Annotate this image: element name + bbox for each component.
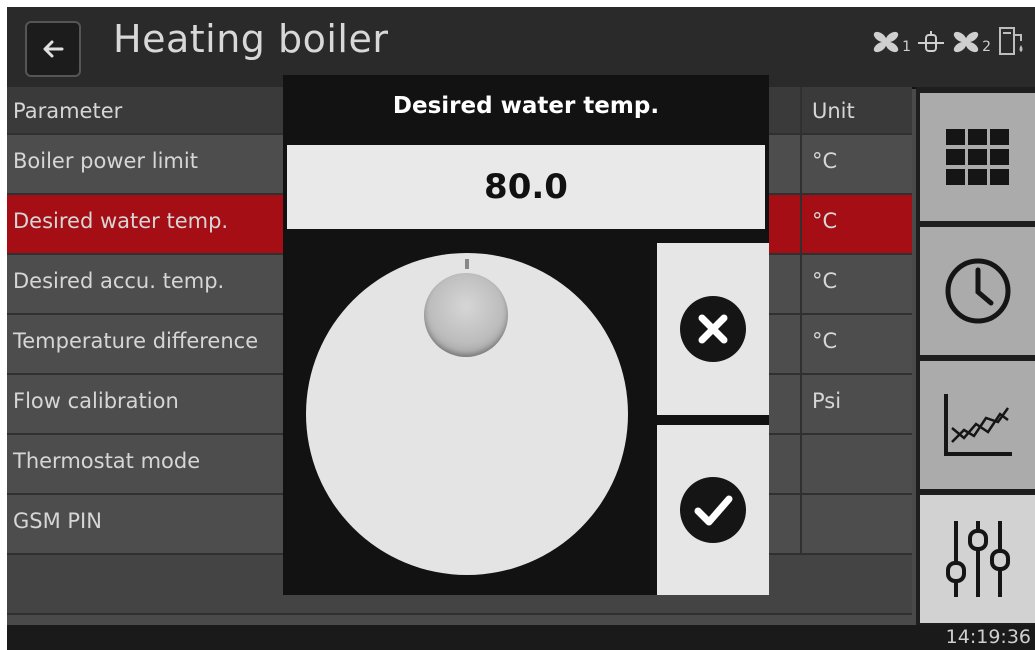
value-dialog: Desired water temp. 80.0 bbox=[283, 75, 769, 595]
fan-2-icon: 2 bbox=[951, 29, 991, 55]
fan-2-label: 2 bbox=[982, 39, 991, 55]
column-header-unit: Unit bbox=[800, 87, 908, 133]
row-unit: Psi bbox=[800, 375, 908, 433]
close-icon bbox=[680, 296, 746, 362]
cancel-button[interactable] bbox=[657, 243, 769, 415]
row-unit: °C bbox=[800, 135, 908, 193]
fan-1-icon: 1 bbox=[871, 29, 911, 55]
sliders-icon bbox=[945, 521, 1010, 597]
back-arrow-icon bbox=[43, 40, 64, 58]
menu-button[interactable] bbox=[920, 93, 1035, 221]
column-header-parameter: Parameter bbox=[13, 99, 123, 123]
clock-time: 14:19:36 bbox=[945, 626, 1031, 648]
screen: Heating boiler 1 2 Parameter Unit Boiler… bbox=[7, 7, 1035, 650]
back-button[interactable] bbox=[25, 21, 81, 77]
grid-menu-icon bbox=[945, 129, 1009, 185]
settings-button[interactable] bbox=[920, 495, 1035, 623]
dial-knob[interactable] bbox=[424, 273, 508, 357]
row-parameter: Desired water temp. bbox=[13, 209, 229, 233]
row-unit: °C bbox=[800, 195, 908, 253]
fan-1-label: 1 bbox=[902, 39, 912, 55]
confirm-button[interactable] bbox=[657, 425, 769, 595]
row-parameter: Boiler power limit bbox=[13, 149, 198, 173]
row-unit: °C bbox=[800, 255, 908, 313]
footer-bar: 14:19:36 bbox=[7, 625, 1035, 650]
row-unit bbox=[800, 495, 908, 553]
schedule-button[interactable] bbox=[920, 227, 1035, 355]
row-unit bbox=[800, 435, 908, 493]
chart-icon bbox=[943, 394, 1012, 456]
row-unit: °C bbox=[800, 315, 908, 373]
right-nav bbox=[916, 87, 1035, 627]
dial-marker bbox=[465, 259, 469, 269]
valve-icon bbox=[917, 29, 945, 55]
status-icons: 1 2 bbox=[871, 25, 1025, 59]
water-tap-icon bbox=[997, 25, 1025, 59]
row-parameter: Flow calibration bbox=[13, 389, 179, 413]
rotary-dial[interactable] bbox=[306, 253, 628, 575]
dialog-title: Desired water temp. bbox=[392, 93, 660, 119]
row-parameter: Desired accu. temp. bbox=[13, 269, 225, 293]
row-parameter: Thermostat mode bbox=[13, 449, 201, 473]
chart-button[interactable] bbox=[920, 361, 1035, 489]
row-parameter: Temperature difference bbox=[13, 329, 259, 353]
clock-icon bbox=[945, 258, 1010, 324]
value-display: 80.0 bbox=[287, 145, 765, 229]
row-parameter: GSM PIN bbox=[13, 509, 102, 533]
checkmark-icon bbox=[680, 477, 746, 543]
page-title: Heating boiler bbox=[113, 17, 389, 61]
